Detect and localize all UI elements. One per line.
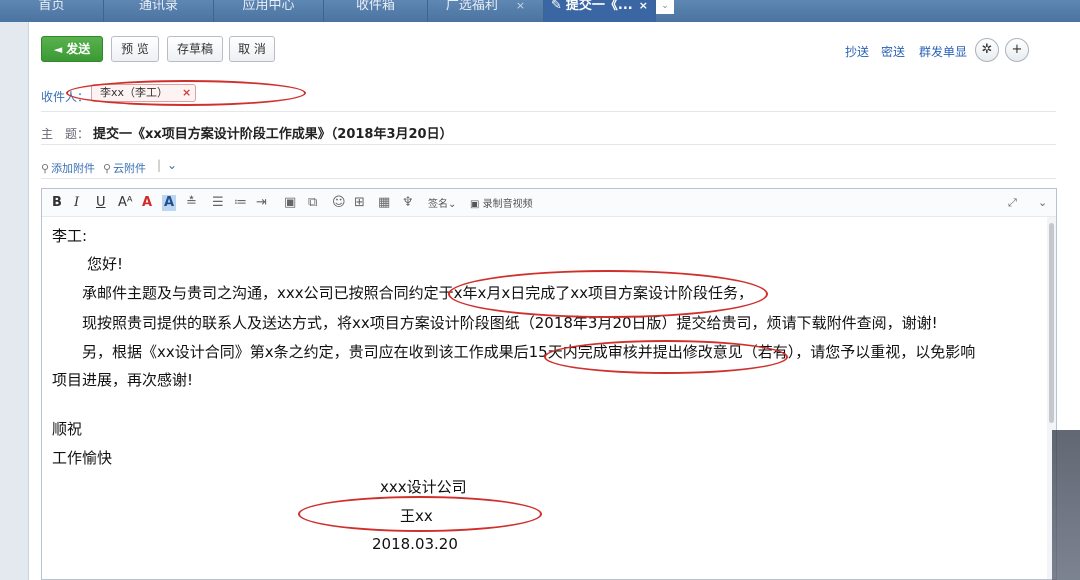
add-contact-icon[interactable]: + (1005, 38, 1029, 62)
tab-close-icon[interactable]: × (516, 0, 525, 12)
subject-label: 主 题： (41, 127, 90, 141)
send-icon: ◄ (53, 43, 63, 56)
tab-welfare[interactable]: 广选福利 × (428, 0, 544, 22)
screenshot-icon[interactable]: ⧉ (308, 195, 317, 211)
remove-recipient-icon[interactable]: × (182, 85, 191, 101)
settings-gear-icon[interactable]: ✲ (975, 38, 999, 62)
italic-button[interactable]: I (74, 195, 79, 211)
save-draft-button[interactable]: 存草稿 (167, 36, 223, 62)
record-video-button[interactable]: ▣ 录制音视频 (470, 197, 533, 213)
microphone-icon[interactable]: ♆ (402, 195, 414, 211)
subject-field[interactable]: 提交一《xx项目方案设计阶段工作成果》（2018年3月20日） (93, 123, 453, 142)
cancel-button[interactable]: 取 消 (229, 36, 275, 62)
divider (41, 111, 1056, 112)
divider (41, 178, 1056, 179)
tab-overflow-button[interactable]: ⌄ (656, 0, 674, 14)
paperclip-icon: ⚲ (41, 162, 50, 175)
tab-contacts[interactable]: 通讯录 (104, 0, 214, 22)
bold-button[interactable]: B (52, 195, 62, 211)
collapse-toolbar-icon[interactable]: ⌄ (1038, 195, 1047, 211)
group-send-link[interactable]: 群发单显 (919, 43, 967, 60)
align-icon[interactable]: ☰ (212, 195, 224, 211)
font-color-button[interactable]: A (142, 195, 152, 211)
paragraph-3: 另，根据《xx设计合同》第x条之约定，贵司应在收到该工作成果后15天内完成审核并… (82, 343, 976, 361)
list-icon[interactable]: ≔ (234, 195, 247, 211)
edit-icon: ✎ (551, 0, 562, 13)
indent-icon[interactable]: ⇥ (256, 195, 267, 211)
paperclip-icon: ⚲ (103, 162, 112, 175)
add-attachment-link[interactable]: ⚲ 添加附件 (41, 160, 95, 176)
font-size-button[interactable]: Aᴬ (118, 195, 133, 211)
tab-close-icon[interactable]: × (639, 0, 648, 12)
tab-inbox[interactable]: 收件箱 (324, 0, 428, 22)
attachment-more-button[interactable]: ⌄ (167, 158, 177, 172)
signature-name: 王xx (400, 507, 433, 525)
table-icon[interactable]: ⊞ (354, 195, 365, 211)
signature-date: 2018.03.20 (372, 535, 458, 553)
greeting-line: 李工: (52, 227, 88, 245)
bcc-link[interactable]: 密送 (881, 43, 905, 60)
editor-toolbar: B I U Aᴬ A A ≛ ☰ ≔ ⇥ ▣ ⧉ ☺ ⊞ ▦ ♆ 签名⌄ ▣ 录… (42, 189, 1056, 217)
image-icon[interactable]: ▣ (284, 195, 296, 211)
closing-line-1: 顺祝 (52, 420, 83, 438)
recipient-label: 收件人： (41, 90, 90, 104)
underline-button[interactable]: U (96, 195, 106, 211)
expand-icon[interactable]: ⤢ (1008, 195, 1017, 211)
divider (41, 144, 1056, 145)
tab-home[interactable]: 首页 (0, 0, 104, 22)
recipient-chip[interactable]: 李xx（李工） × (91, 84, 197, 102)
preview-button[interactable]: 预 览 (111, 36, 159, 62)
cloud-attachment-link[interactable]: ⚲ 云附件 (103, 160, 146, 176)
signature-company: xxx设计公司 (380, 478, 467, 496)
emoji-icon[interactable]: ☺ (332, 195, 346, 211)
calendar-icon[interactable]: ▦ (378, 195, 390, 211)
salutation-line: 您好! (87, 255, 124, 273)
email-editor[interactable]: B I U Aᴬ A A ≛ ☰ ≔ ⇥ ▣ ⧉ ☺ ⊞ ▦ ♆ 签名⌄ ▣ 录… (41, 188, 1057, 580)
email-compose-window: 首页 通讯录 应用中心 收件箱 广选福利 × ✎ 提交一《... × ⌄ ◄ 发送 预 … (0, 0, 1080, 580)
background-edge (1052, 430, 1080, 580)
scrollbar-thumb[interactable] (1049, 223, 1054, 423)
separator: | (157, 158, 162, 172)
cc-link[interactable]: 抄送 (845, 43, 869, 60)
signature-button[interactable]: 签名⌄ (428, 197, 456, 213)
video-icon: ▣ (470, 199, 480, 210)
send-button[interactable]: ◄ 发送 (41, 36, 103, 62)
background-color-button[interactable]: A (162, 195, 177, 211)
paragraph-3-continued: 项目进展，再次感谢! (52, 371, 194, 389)
tab-compose-active[interactable]: ✎ 提交一《... × (544, 0, 656, 22)
compose-panel: ◄ 发送 预 览 存草稿 取 消 抄送 密送 群发单显 ✲ + 收件人： 李xx（… (28, 22, 1080, 580)
tab-app-center[interactable]: 应用中心 (214, 0, 324, 22)
paragraph-2: 现按照贵司提供的联系人及送达方式，将xx项目方案设计阶段图纸（2018年3月20… (82, 314, 938, 332)
paragraph-1: 承邮件主题及与贵司之沟通，xxx公司已按照合同约定于x年x月x日完成了xx项目方… (82, 284, 754, 302)
top-tab-bar: 首页 通讯录 应用中心 收件箱 广选福利 × ✎ 提交一《... × ⌄ (0, 0, 1080, 22)
closing-line-2: 工作愉快 (52, 449, 113, 467)
clear-format-icon[interactable]: ≛ (186, 195, 197, 211)
